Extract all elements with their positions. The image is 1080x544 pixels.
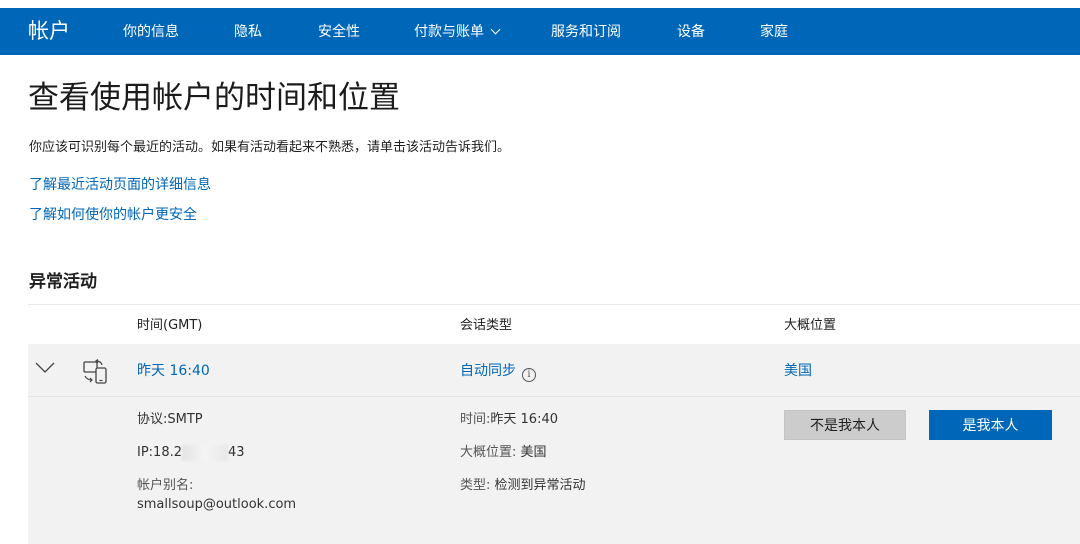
location-detail: 大概位置: 美国	[460, 444, 547, 462]
section-title-unusual-activity: 异常活动	[29, 272, 97, 292]
top-navigation-bar: 帐户 你的信息 隐私 安全性 付款与账单 服务和订阅 设备 家庭	[0, 0, 1080, 55]
time-detail: 时间:昨天 16:40	[460, 411, 558, 429]
location-detail-value: 美国	[520, 445, 547, 460]
account-alias-label: 帐户别名:	[137, 478, 194, 493]
chevron-down-icon[interactable]	[34, 356, 56, 378]
learn-account-security-link[interactable]: 了解如何使你的帐户更安全	[29, 205, 197, 225]
time-detail-label: 时间:	[460, 412, 491, 427]
ip-detail: IP:18.2 43	[137, 444, 245, 462]
type-detail-label: 类型:	[460, 478, 495, 493]
nav-payment-billing-label: 付款与账单	[414, 24, 484, 40]
chevron-down-icon	[490, 24, 501, 35]
page-title: 查看使用帐户的时间和位置	[28, 80, 400, 116]
ip-prefix: IP:18.2	[137, 445, 182, 460]
sync-devices-icon	[82, 359, 112, 385]
activity-time-link[interactable]: 昨天 16:40	[137, 361, 210, 381]
column-header-time: 时间(GMT)	[137, 318, 203, 333]
nav-privacy[interactable]: 隐私	[234, 22, 262, 42]
nav-family[interactable]: 家庭	[760, 22, 788, 42]
type-detail-value: 检测到异常活动	[494, 478, 586, 493]
column-header-session-type: 会话类型	[460, 318, 513, 333]
brand-title[interactable]: 帐户	[28, 16, 70, 46]
nav-payment-billing[interactable]: 付款与账单	[414, 22, 501, 42]
redacted-ip-block	[182, 444, 228, 461]
intro-text: 你应该可识别每个最近的活动。如果有活动看起来不熟悉，请单击该活动告诉我们。	[29, 140, 511, 155]
info-icon[interactable]: i	[522, 368, 536, 382]
session-type-link[interactable]: 自动同步 i	[460, 361, 536, 382]
activity-row[interactable]: 昨天 16:40 自动同步 i 美国	[28, 344, 1080, 396]
not-me-button[interactable]: 不是我本人	[784, 410, 906, 440]
column-header-location: 大概位置	[784, 318, 837, 333]
nav-devices[interactable]: 设备	[677, 22, 705, 42]
nav-security[interactable]: 安全性	[318, 22, 360, 42]
location-link[interactable]: 美国	[784, 361, 812, 381]
nav-your-info[interactable]: 你的信息	[123, 22, 179, 42]
nav-services-subscriptions[interactable]: 服务和订阅	[551, 22, 621, 42]
it-was-me-button[interactable]: 是我本人	[929, 410, 1052, 440]
ip-suffix: 43	[228, 445, 245, 460]
learn-recent-activity-link[interactable]: 了解最近活动页面的详细信息	[29, 175, 211, 195]
account-alias-value: smallsoup@outlook.com	[137, 497, 297, 512]
activity-table-header: 时间(GMT) 会话类型 大概位置	[28, 304, 1080, 344]
type-detail: 类型: 检测到异常活动	[460, 477, 586, 495]
protocol-detail: 协议:SMTP	[137, 412, 203, 427]
session-type-label: 自动同步	[460, 363, 516, 379]
location-detail-label: 大概位置:	[460, 445, 521, 460]
time-detail-value: 昨天 16:40	[490, 412, 558, 427]
activity-details-panel: 协议:SMTP IP:18.2 43 帐户别名: smallsoup@outloo…	[28, 396, 1080, 544]
